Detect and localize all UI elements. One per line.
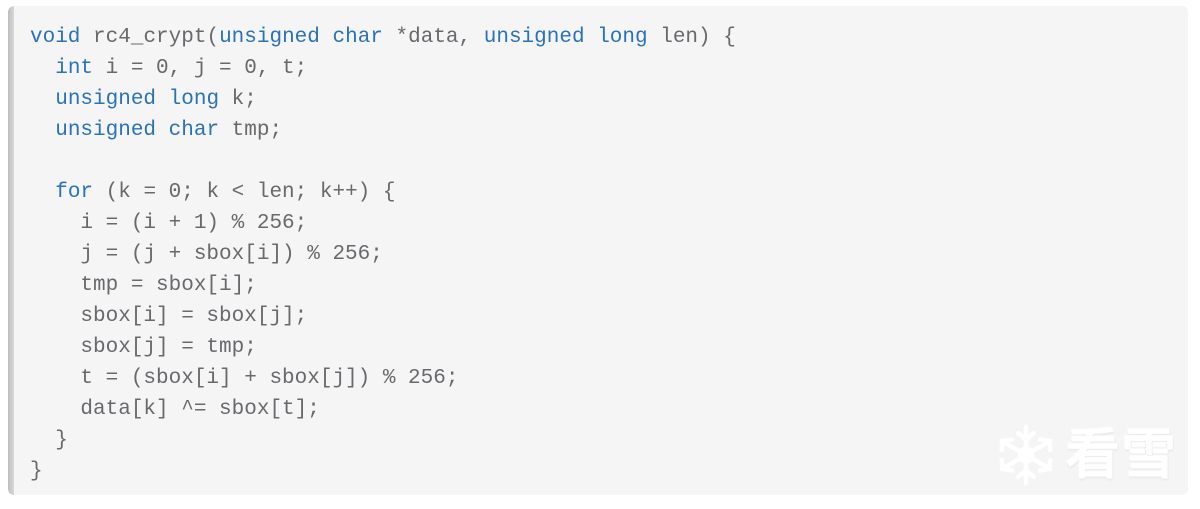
code-line: sbox[i] = sbox[j];: [30, 301, 1180, 332]
code-line: }: [30, 456, 1180, 487]
code-token: tmp;: [219, 119, 283, 142]
code-block-accent-bar: [8, 6, 14, 495]
code-token: (: [206, 26, 220, 49]
code-token: unsigned: [55, 119, 157, 142]
code-token: for: [55, 181, 94, 204]
code-token: }: [30, 460, 43, 483]
code-token: i = 0, j = 0, t;: [93, 57, 308, 80]
code-line: int i = 0, j = 0, t;: [30, 53, 1180, 84]
code-token: sbox[i] = sbox[j];: [30, 305, 308, 328]
code-line: t = (sbox[i] + sbox[j]) % 256;: [30, 363, 1180, 394]
code-line: data[k] ^= sbox[t];: [30, 394, 1180, 425]
screenshot-root: 看雪 void rc4_crypt(unsigned char *data, u…: [0, 0, 1200, 509]
code-token: j = (j + sbox[i]) % 256;: [30, 243, 383, 266]
code-token: tmp = sbox[i];: [30, 274, 257, 297]
code-line: unsigned char tmp;: [30, 115, 1180, 146]
code-token: long: [168, 88, 220, 111]
code-token: void: [30, 26, 81, 49]
code-token: }: [30, 429, 68, 452]
code-token: sbox[j] = tmp;: [30, 336, 257, 359]
code-token: char: [332, 26, 383, 49]
code-line: }: [30, 425, 1180, 456]
code-token: t = (sbox[i] + sbox[j]) % 256;: [30, 367, 459, 390]
code-token: data[k] ^= sbox[t];: [30, 398, 320, 421]
code-line: j = (j + sbox[i]) % 256;: [30, 239, 1180, 270]
code-token: k;: [219, 88, 257, 111]
code-token: long: [597, 26, 648, 49]
code-line: void rc4_crypt(unsigned char *data, unsi…: [30, 22, 1180, 53]
code-token: len) {: [647, 26, 736, 49]
code-line: tmp = sbox[i];: [30, 270, 1180, 301]
code-token: *data,: [382, 26, 484, 49]
code-token: (k = 0; k < len; k++) {: [93, 181, 396, 204]
code-line: unsigned long k;: [30, 84, 1180, 115]
code-token: unsigned: [55, 88, 157, 111]
code-line: for (k = 0; k < len; k++) {: [30, 177, 1180, 208]
code-content[interactable]: void rc4_crypt(unsigned char *data, unsi…: [30, 22, 1180, 489]
code-token: char: [168, 119, 220, 142]
code-token: unsigned: [219, 26, 320, 49]
code-line: i = (i + 1) % 256;: [30, 208, 1180, 239]
code-token: int: [55, 57, 94, 80]
code-line: sbox[j] = tmp;: [30, 332, 1180, 363]
code-token: rc4_crypt: [93, 26, 207, 49]
code-token: i = (i + 1) % 256;: [30, 212, 308, 235]
code-token: unsigned: [483, 26, 585, 49]
code-block-panel: 看雪 void rc4_crypt(unsigned char *data, u…: [8, 6, 1188, 495]
